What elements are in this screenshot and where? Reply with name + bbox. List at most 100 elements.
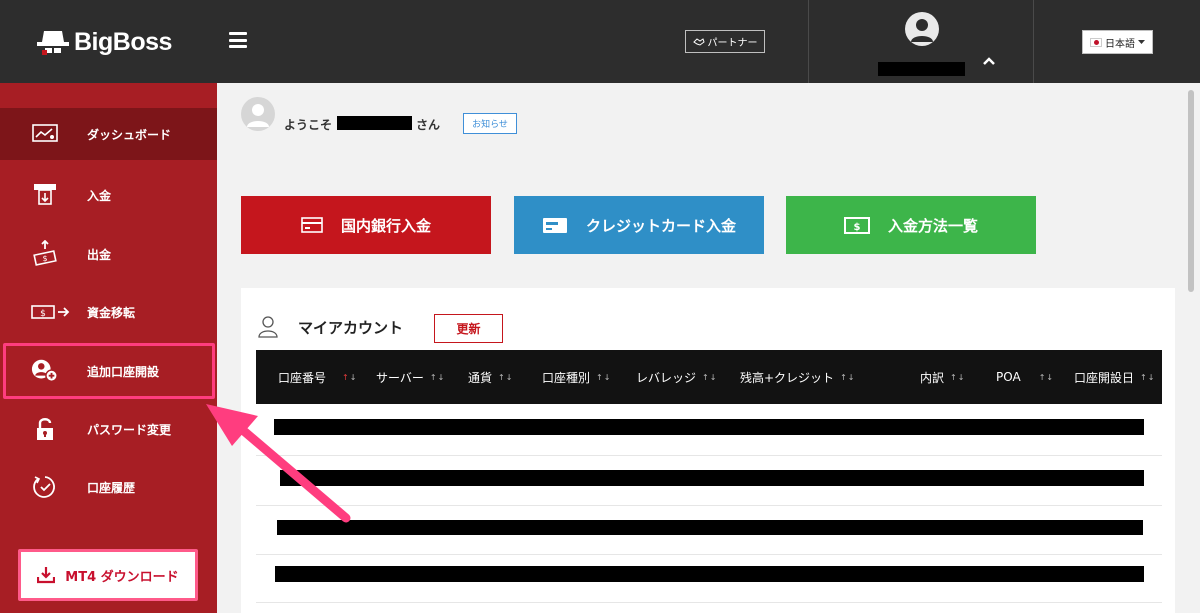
welcome-suffix: さん: [416, 118, 441, 132]
deposit-methods-button[interactable]: $ 入金方法一覧: [786, 196, 1036, 254]
refresh-label: 更新: [456, 322, 481, 336]
notice-button[interactable]: お知らせ: [463, 113, 517, 134]
column-poa[interactable]: POA ↑↓: [996, 350, 1054, 404]
sidebar-item-label: ダッシュボード: [87, 127, 172, 142]
page-scrollbar[interactable]: [1188, 90, 1194, 292]
header-divider: [808, 0, 809, 83]
column-currency[interactable]: 通貨 ↑↓: [468, 350, 513, 404]
bank-deposit-button[interactable]: 国内銀行入金: [241, 196, 491, 254]
sort-arrows-icon[interactable]: ↑↓: [702, 373, 717, 382]
logo-text: BigBoss: [74, 27, 172, 56]
redacted-name: [337, 116, 412, 130]
column-label: レバレッジ: [636, 370, 697, 385]
redacted-username: [878, 62, 965, 76]
user-silhouette-icon: [911, 19, 933, 42]
user-avatar[interactable]: [905, 12, 939, 46]
sidebar-item-withdraw[interactable]: $ 出金: [0, 228, 217, 280]
column-label: 内訳: [920, 370, 945, 385]
row-divider: [256, 602, 1162, 603]
column-account-type[interactable]: 口座種別 ↑↓: [542, 350, 611, 404]
column-leverage[interactable]: レバレッジ ↑↓: [636, 350, 717, 404]
deposit-icon: [31, 181, 59, 209]
partner-button[interactable]: パートナー: [685, 30, 765, 53]
sort-arrows-icon[interactable]: ↑↓: [596, 373, 611, 382]
sidebar: ダッシュボード 入金 $ 出金 $ 資金移転 追加口座開設 パスワード変更 口座…: [0, 83, 217, 613]
sort-arrows-icon[interactable]: ↑↓: [840, 373, 855, 382]
refresh-button[interactable]: 更新: [434, 314, 503, 343]
redacted-table-row: [277, 520, 1143, 535]
hamburger-line: [229, 38, 247, 42]
sidebar-item-history[interactable]: 口座履歴: [0, 461, 217, 513]
caret-down-icon: [1138, 39, 1145, 44]
row-divider: [256, 505, 1162, 506]
language-select[interactable]: 日本語: [1082, 30, 1153, 54]
history-clock-icon: [31, 473, 59, 501]
sidebar-item-password[interactable]: パスワード変更: [0, 403, 217, 455]
sidebar-item-label: 入金: [87, 188, 112, 203]
row-divider: [256, 455, 1162, 456]
sidebar-item-label: 追加口座開設: [87, 364, 160, 379]
bank-deposit-label: 国内銀行入金: [340, 216, 431, 235]
header-divider: [1033, 0, 1034, 83]
notice-label: お知らせ: [472, 120, 508, 130]
deposit-methods-label: 入金方法一覧: [887, 216, 978, 235]
column-account-number[interactable]: 口座番号 ↑↓: [278, 350, 357, 404]
credit-card-icon: [542, 217, 567, 233]
sidebar-item-dashboard[interactable]: ダッシュボード: [0, 108, 217, 160]
column-balance-credit[interactable]: 残高+クレジット ↑↓: [740, 350, 855, 404]
bigboss-logo[interactable]: BigBoss: [36, 24, 172, 60]
credit-card-deposit-button[interactable]: クレジットカード入金: [514, 196, 764, 254]
chevron-up-icon[interactable]: [983, 55, 995, 67]
column-label: 口座開設日: [1074, 370, 1135, 385]
lock-icon: [31, 415, 59, 443]
hamburger-line: [229, 32, 247, 35]
my-account-title: マイアカウント: [298, 319, 404, 337]
bank-card-icon: [301, 217, 323, 233]
top-bar: BigBoss パートナー 日本語: [0, 0, 1200, 83]
sort-arrows-icon[interactable]: ↑↓: [1140, 373, 1155, 382]
sort-arrows-icon[interactable]: ↑↓: [1039, 373, 1054, 382]
hamburger-line: [229, 45, 247, 48]
transfer-icon: $: [31, 298, 71, 326]
partner-label: パートナー: [707, 38, 758, 49]
japan-flag-icon: [1090, 37, 1102, 47]
redacted-table-row: [275, 566, 1144, 582]
column-breakdown[interactable]: 内訳 ↑↓: [920, 350, 965, 404]
column-server[interactable]: サーバー ↑↓: [376, 350, 445, 404]
column-open-date[interactable]: 口座開設日 ↑↓: [1074, 350, 1155, 404]
sort-arrows-icon[interactable]: ↑↓: [430, 373, 445, 382]
person-outline-icon: [258, 316, 278, 338]
sort-arrows-icon[interactable]: ↑↓: [342, 373, 357, 382]
sort-arrows-icon[interactable]: ↑↓: [950, 373, 965, 382]
cash-icon: $: [843, 216, 870, 234]
dashboard-chart-icon: [31, 120, 59, 148]
sort-arrows-icon[interactable]: ↑↓: [498, 373, 513, 382]
handshake-icon: [692, 37, 705, 46]
svg-text:$: $: [42, 254, 47, 263]
svg-text:$: $: [854, 222, 861, 233]
account-table-header: 口座番号 ↑↓ サーバー ↑↓ 通貨 ↑↓ 口座種別 ↑↓ レバレッジ ↑↓ 残…: [256, 350, 1162, 404]
download-icon: [37, 567, 56, 584]
withdraw-icon: $: [31, 240, 59, 268]
language-label: 日本語: [1105, 38, 1135, 50]
add-account-icon: [31, 357, 59, 385]
download-label: MT4 ダウンロード: [65, 569, 179, 585]
redacted-table-row: [280, 470, 1144, 486]
hat-logo-icon: [37, 31, 69, 55]
sidebar-item-add-account[interactable]: 追加口座開設: [0, 345, 217, 397]
column-label: 口座種別: [542, 370, 591, 385]
column-label: サーバー: [376, 370, 424, 385]
sidebar-item-deposit[interactable]: 入金: [0, 169, 217, 221]
menu-toggle-button[interactable]: [229, 32, 247, 48]
sidebar-item-label: 口座履歴: [87, 480, 136, 495]
credit-card-deposit-label: クレジットカード入金: [585, 216, 736, 235]
svg-text:$: $: [40, 309, 46, 319]
sidebar-item-label: 資金移転: [87, 305, 136, 320]
sidebar-item-transfer[interactable]: $ 資金移転: [0, 286, 217, 338]
column-label: POA: [996, 370, 1021, 384]
welcome-prefix: ようこそ: [284, 118, 333, 132]
user-silhouette-icon: [247, 104, 269, 127]
redacted-table-row: [274, 419, 1144, 435]
sidebar-item-label: 出金: [87, 247, 112, 262]
mt4-download-button[interactable]: MT4 ダウンロード: [18, 549, 198, 601]
